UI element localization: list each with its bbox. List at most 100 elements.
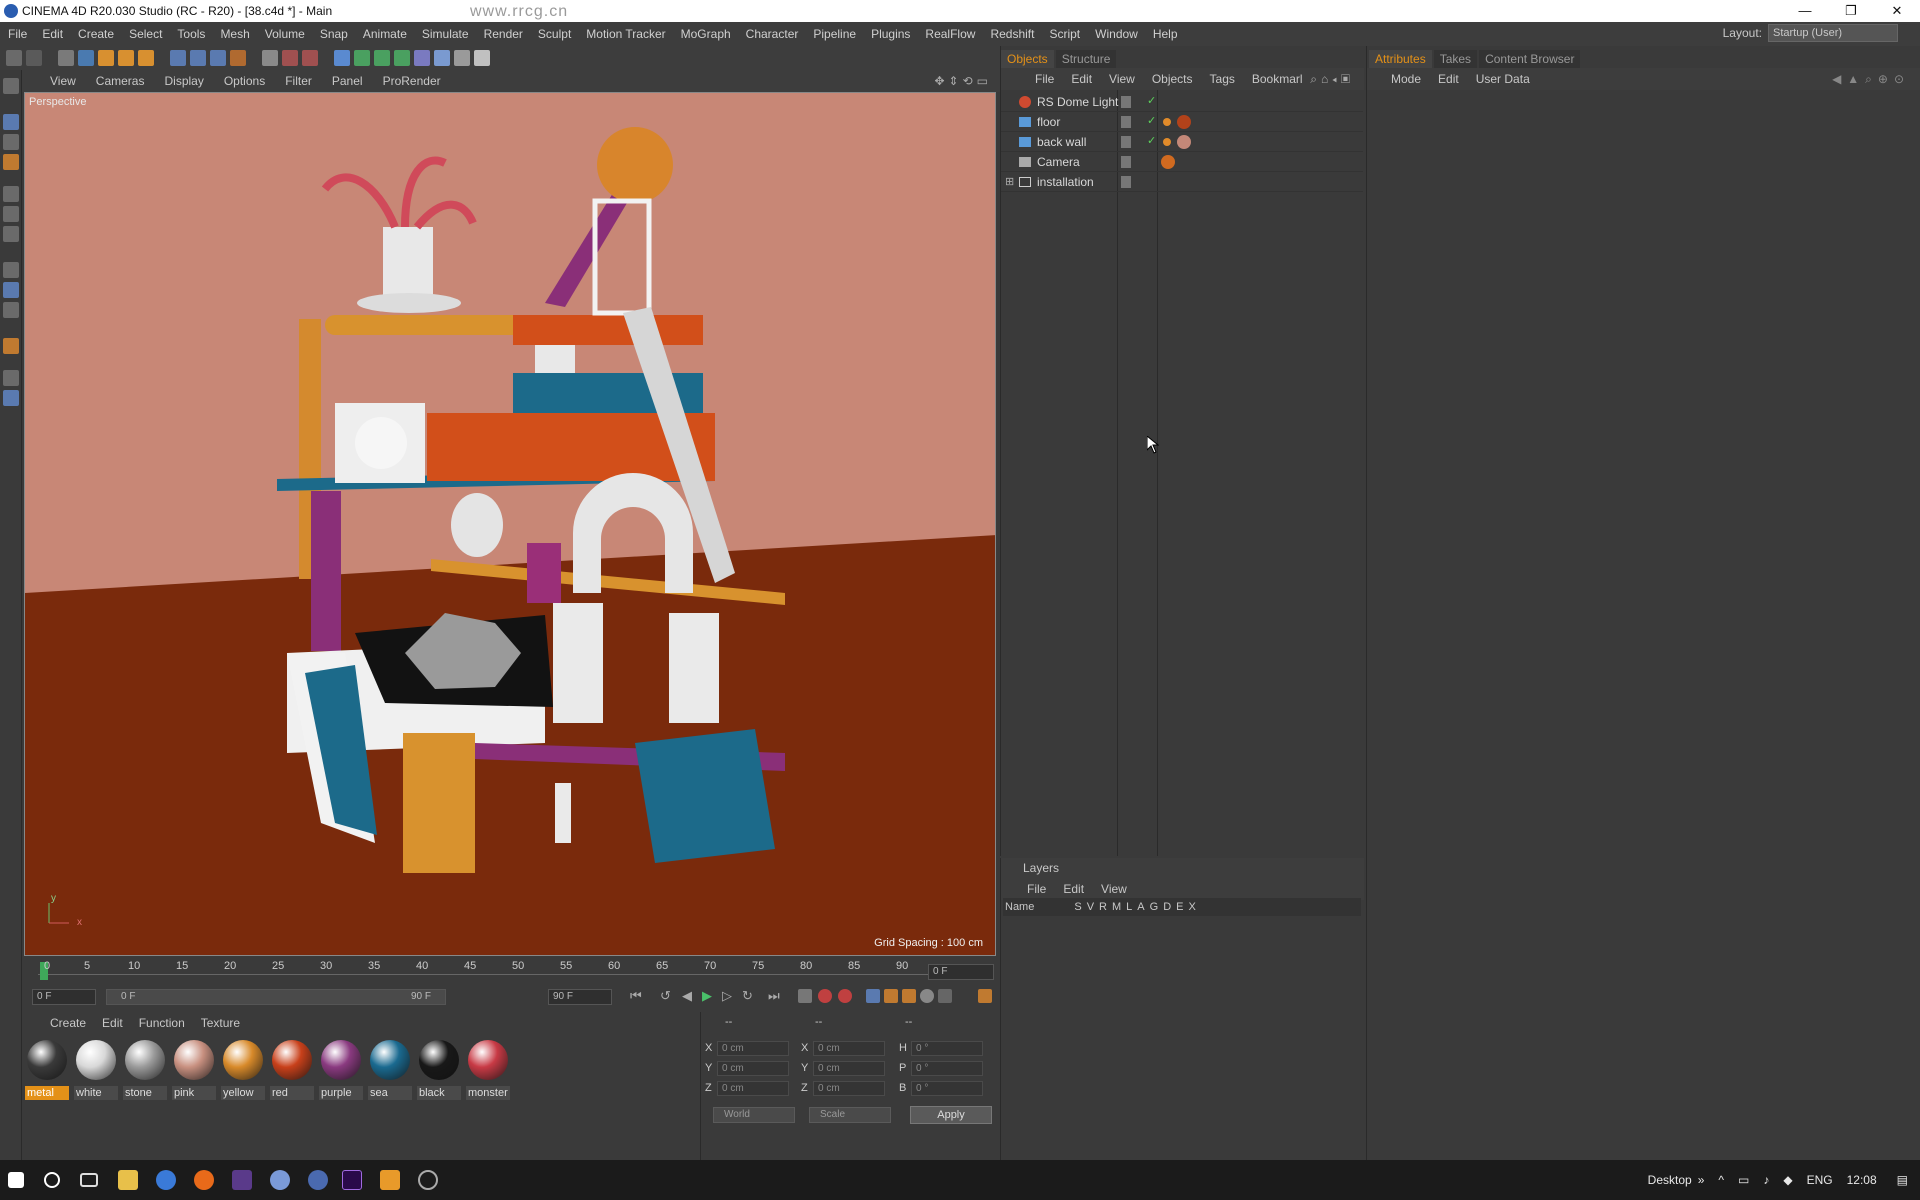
play-icon[interactable]: ▶ — [702, 988, 712, 1004]
menu-volume[interactable]: Volume — [265, 27, 305, 41]
obj-menu-tags[interactable]: Tags — [1210, 72, 1235, 86]
current-frame-field[interactable]: 0 F — [928, 964, 994, 980]
rotate-tool-icon[interactable] — [118, 50, 134, 66]
light-icon[interactable] — [474, 50, 490, 66]
x-axis-lock-icon[interactable] — [170, 50, 186, 66]
menu-sculpt[interactable]: Sculpt — [538, 27, 571, 41]
size-y-field[interactable]: 0 cm — [813, 1061, 885, 1076]
phong-tag-icon[interactable] — [1163, 118, 1171, 126]
tab-content-browser[interactable]: Content Browser — [1479, 50, 1581, 68]
cinema4d-icon[interactable] — [270, 1170, 290, 1190]
clock[interactable]: 12:08 — [1847, 1173, 1877, 1187]
visibility-dots-icon[interactable] — [1121, 116, 1131, 128]
material-yellow[interactable]: yellow — [220, 1038, 266, 1102]
viewport-menu-prorender[interactable]: ProRender — [383, 74, 441, 88]
material-monster[interactable]: monster — [465, 1038, 511, 1102]
material-purple[interactable]: purple — [318, 1038, 364, 1102]
attribute-nav-icons[interactable]: ◀▲⌕⊕⊙ — [1832, 72, 1910, 87]
key-position-icon[interactable] — [866, 989, 880, 1003]
tray-overflow-icon[interactable]: ^ — [1718, 1173, 1724, 1187]
edges-mode-icon[interactable] — [3, 206, 19, 222]
menu-script[interactable]: Script — [1049, 27, 1080, 41]
position-y-field[interactable]: 0 cm — [717, 1061, 789, 1076]
coordinate-system-icon[interactable] — [230, 50, 246, 66]
polygons-mode-icon[interactable] — [3, 226, 19, 242]
coordinate-mode-dropdown[interactable]: World — [713, 1107, 795, 1123]
viewport-menu-filter[interactable]: Filter — [285, 74, 312, 88]
expand-icon[interactable]: ⊞ — [1005, 175, 1014, 188]
menu-snap[interactable]: Snap — [320, 27, 348, 41]
y-axis-lock-icon[interactable] — [190, 50, 206, 66]
app-purple-icon[interactable] — [232, 1170, 252, 1190]
menu-create[interactable]: Create — [78, 27, 114, 41]
tab-structure[interactable]: Structure — [1055, 50, 1117, 68]
visibility-dots-icon[interactable] — [1121, 136, 1131, 148]
lock-workplane-icon[interactable] — [3, 302, 19, 318]
layer-menu-edit[interactable]: Edit — [1063, 882, 1084, 896]
live-selection-icon[interactable] — [58, 50, 74, 66]
goto-end-icon[interactable]: ⏭ — [768, 988, 780, 1004]
make-editable-icon[interactable] — [3, 78, 19, 94]
material-tag-icon[interactable] — [1177, 135, 1191, 149]
viewport-menu-cameras[interactable]: Cameras — [96, 74, 145, 88]
mat-menu-texture[interactable]: Texture — [201, 1016, 240, 1030]
subdivision-icon[interactable] — [374, 50, 390, 66]
menu-plugins[interactable]: Plugins — [871, 27, 910, 41]
prev-frame-icon[interactable]: ◀ — [682, 988, 692, 1004]
z-axis-lock-icon[interactable] — [210, 50, 226, 66]
camera-tool-icon[interactable] — [454, 50, 470, 66]
menu-pipeline[interactable]: Pipeline — [813, 27, 856, 41]
menu-simulate[interactable]: Simulate — [422, 27, 469, 41]
render-settings-icon[interactable] — [302, 50, 318, 66]
object-row-floor[interactable]: floor ✓ — [1001, 112, 1363, 132]
render-view-icon[interactable] — [262, 50, 278, 66]
menu-mograph[interactable]: MoGraph — [681, 27, 731, 41]
end-frame-field[interactable]: 90 F — [548, 989, 612, 1005]
visibility-dots-icon[interactable] — [1121, 156, 1131, 168]
recent-tool-icon[interactable] — [138, 50, 154, 66]
viewport-navigation-icons[interactable]: ✥⇕⟲▭ — [934, 74, 992, 88]
menu-motion-tracker[interactable]: Motion Tracker — [586, 27, 665, 41]
task-view-icon[interactable] — [80, 1173, 98, 1187]
record-icon[interactable] — [818, 989, 832, 1003]
size-z-field[interactable]: 0 cm — [813, 1081, 885, 1096]
mat-menu-create[interactable]: Create — [50, 1016, 86, 1030]
toolbar-chevron-icon[interactable]: » — [1698, 1173, 1705, 1187]
timeline-window-icon[interactable] — [978, 989, 992, 1003]
windows-start-icon[interactable] — [8, 1172, 24, 1188]
material-metal[interactable]: metal — [24, 1038, 70, 1102]
menu-realflow[interactable]: RealFlow — [925, 27, 975, 41]
language-indicator[interactable]: ENG — [1807, 1173, 1833, 1187]
mat-menu-function[interactable]: Function — [139, 1016, 185, 1030]
firefox-icon[interactable] — [194, 1170, 214, 1190]
rotation-h-field[interactable]: 0 ° — [911, 1041, 983, 1056]
object-row-camera[interactable]: Camera — [1001, 152, 1363, 172]
menu-select[interactable]: Select — [129, 27, 162, 41]
autokey-icon[interactable] — [838, 989, 852, 1003]
menu-redshift[interactable]: Redshift — [990, 27, 1034, 41]
layer-menu-view[interactable]: View — [1101, 882, 1127, 896]
deformer-icon[interactable] — [414, 50, 430, 66]
minimize-button[interactable]: — — [1782, 0, 1828, 22]
tab-takes[interactable]: Takes — [1433, 50, 1478, 68]
material-pink[interactable]: pink — [171, 1038, 217, 1102]
next-key-icon[interactable]: ↻ — [742, 988, 753, 1004]
material-sea[interactable]: sea — [367, 1038, 413, 1102]
scale-tool-icon[interactable] — [98, 50, 114, 66]
render-picture-viewer-icon[interactable] — [282, 50, 298, 66]
tab-attributes[interactable]: Attributes — [1369, 50, 1432, 68]
size-mode-dropdown[interactable]: Scale — [809, 1107, 891, 1123]
model-mode-icon[interactable] — [3, 114, 19, 130]
viewport-menu-view[interactable]: View — [50, 74, 76, 88]
object-row-rs-dome-light[interactable]: RS Dome Light ✓ — [1001, 92, 1363, 112]
cinema4d-active-icon[interactable] — [308, 1170, 328, 1190]
layer-menu-file[interactable]: File — [1027, 882, 1046, 896]
undo-icon[interactable] — [6, 50, 22, 66]
premiere-icon[interactable] — [342, 1170, 362, 1190]
volume-icon[interactable]: ♪ — [1763, 1173, 1769, 1187]
move-tool-icon[interactable] — [78, 50, 94, 66]
viewport-solo-icon[interactable] — [3, 370, 19, 386]
rotation-b-field[interactable]: 0 ° — [911, 1081, 983, 1096]
enabled-check-icon[interactable]: ✓ — [1147, 134, 1156, 147]
key-scale-icon[interactable] — [884, 989, 898, 1003]
